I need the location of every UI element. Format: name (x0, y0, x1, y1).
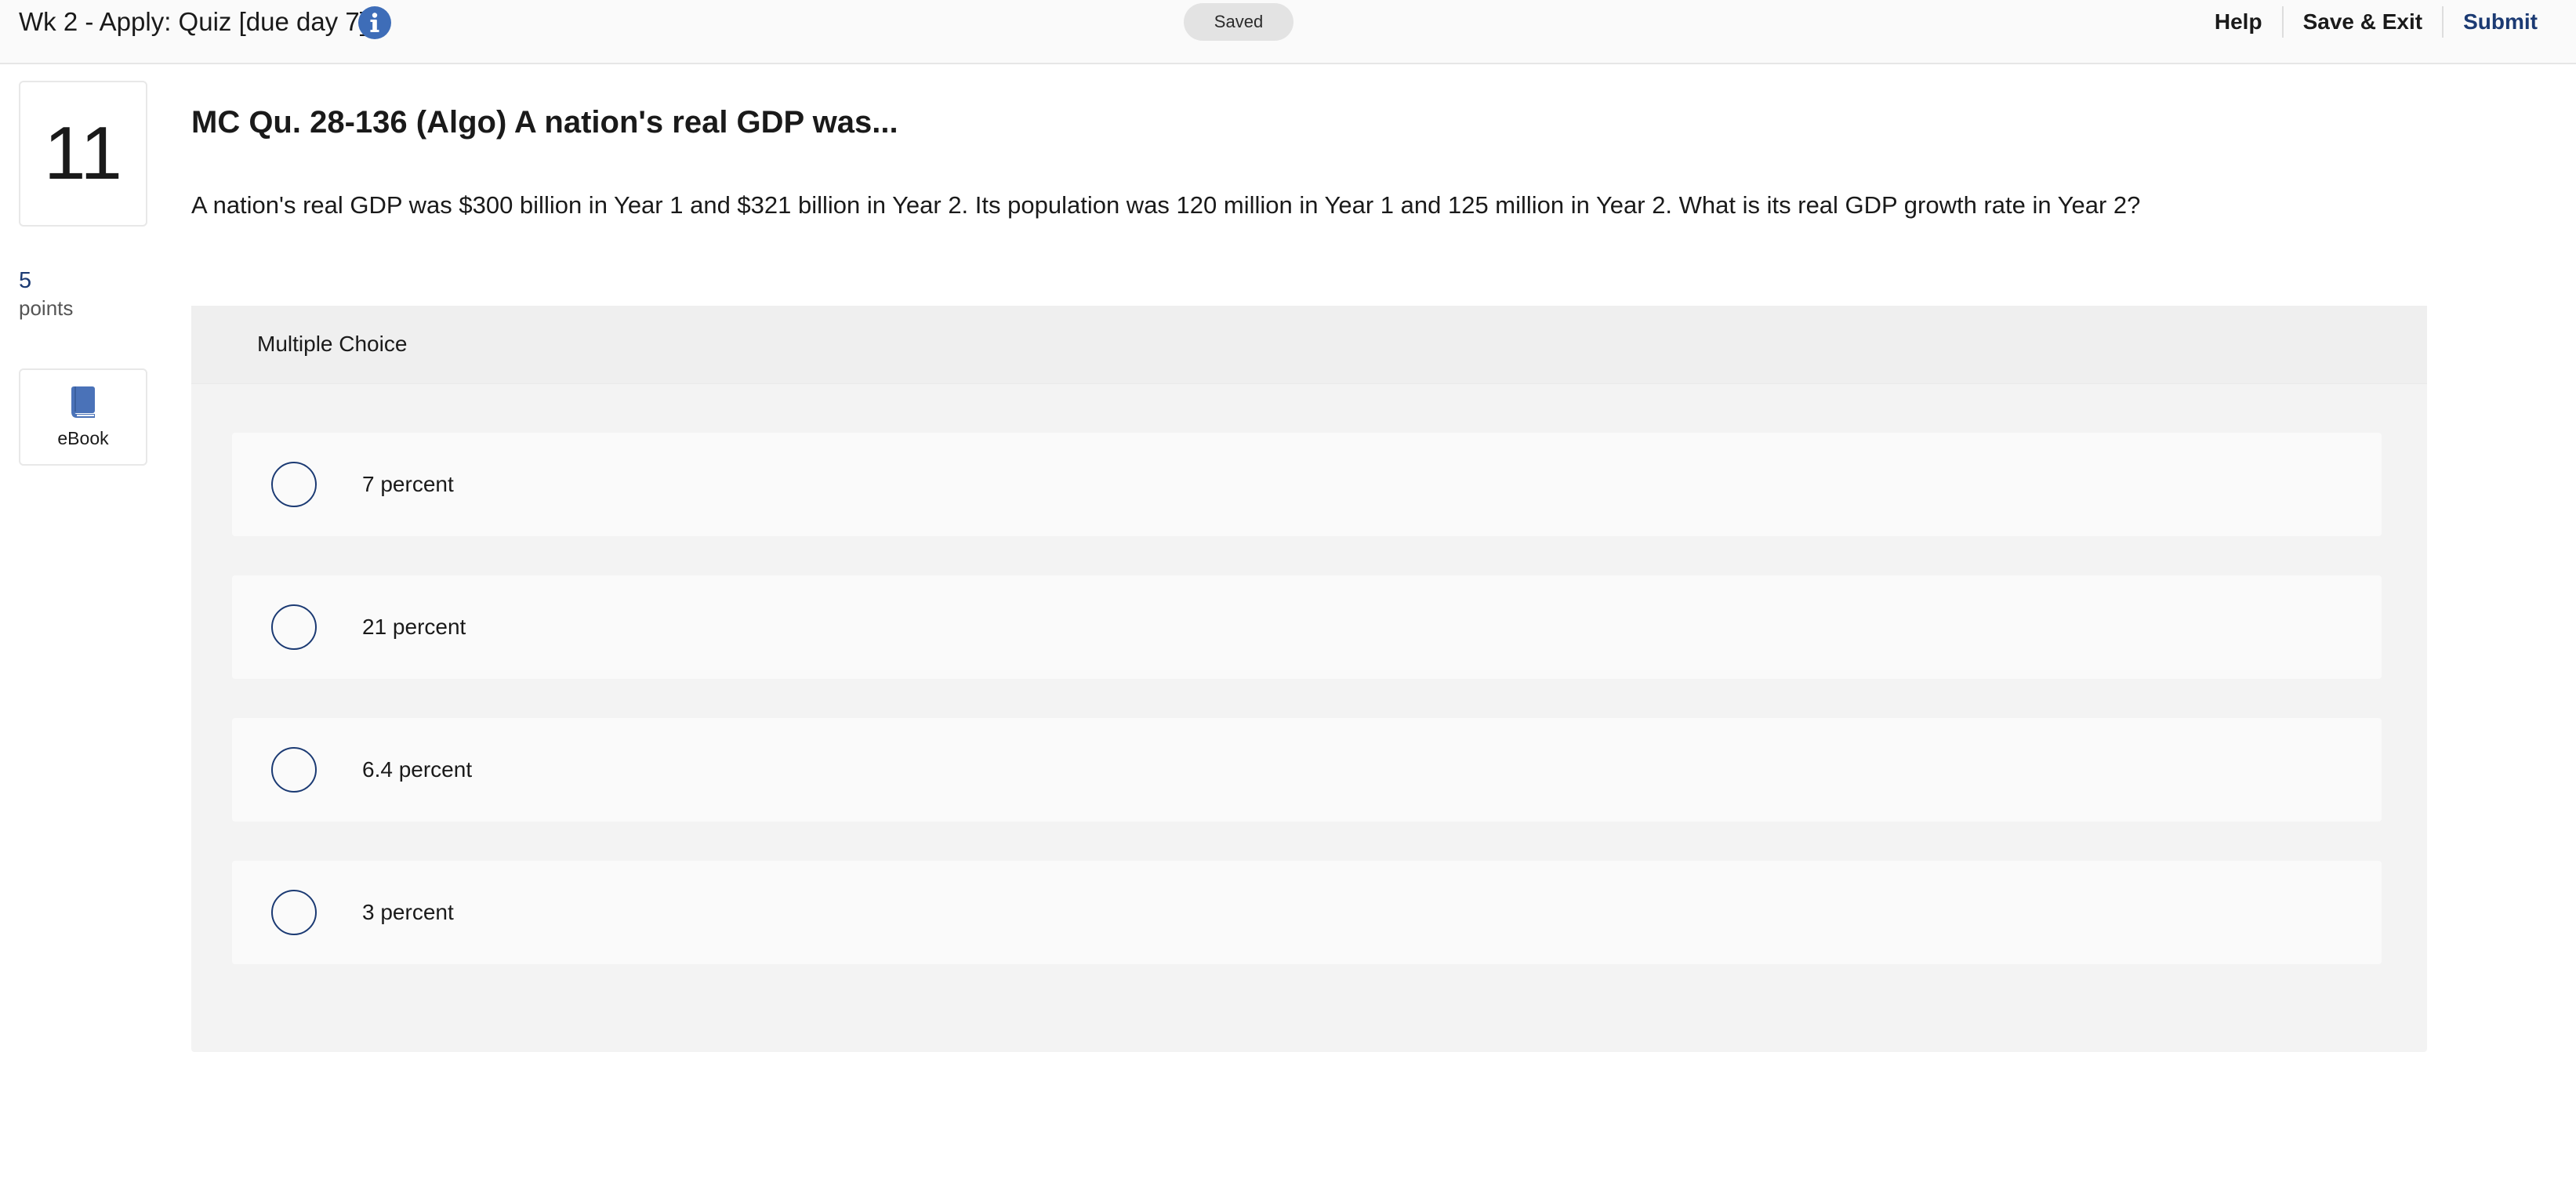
radio-button[interactable] (271, 890, 317, 935)
ebook-button[interactable]: eBook (19, 368, 147, 466)
submit-button[interactable]: Submit (2444, 5, 2576, 39)
assignment-title: Wk 2 - Apply: Quiz [due day 7] (19, 7, 367, 36)
answer-choice[interactable]: 6.4 percent (232, 718, 2382, 822)
radio-button[interactable] (271, 747, 317, 793)
save-exit-button[interactable]: Save & Exit (2284, 5, 2443, 39)
question-title: MC Qu. 28-136 (Algo) A nation's real GDP… (191, 105, 898, 140)
info-icon[interactable] (358, 6, 391, 39)
points-label: points (19, 296, 74, 320)
help-button[interactable]: Help (2195, 5, 2282, 39)
ebook-label: eBook (57, 428, 109, 448)
choice-label: 6.4 percent (362, 757, 473, 782)
saved-status-badge: Saved (1184, 3, 1293, 41)
radio-button[interactable] (271, 462, 317, 507)
top-bar: Wk 2 - Apply: Quiz [due day 7] Saved Hel… (0, 0, 2576, 64)
answer-choice[interactable]: 21 percent (232, 575, 2382, 679)
radio-button[interactable] (271, 604, 317, 650)
points-value: 5 (19, 268, 32, 293)
question-text: A nation's real GDP was $300 billion in … (191, 191, 2141, 219)
choice-label: 21 percent (362, 615, 466, 639)
question-type-header: Multiple Choice (191, 306, 2427, 384)
answer-choice[interactable]: 7 percent (232, 433, 2382, 536)
answer-choice[interactable]: 3 percent (232, 861, 2382, 964)
question-number: 11 (19, 81, 147, 227)
choice-label: 7 percent (362, 472, 454, 496)
top-nav: Help Save & Exit Submit (2195, 5, 2576, 39)
multiple-choice-panel: Multiple Choice 7 percent 21 percent 6.4… (191, 306, 2427, 1052)
choice-label: 3 percent (362, 900, 454, 924)
question-type-label: Multiple Choice (257, 332, 408, 356)
book-icon (69, 385, 97, 423)
